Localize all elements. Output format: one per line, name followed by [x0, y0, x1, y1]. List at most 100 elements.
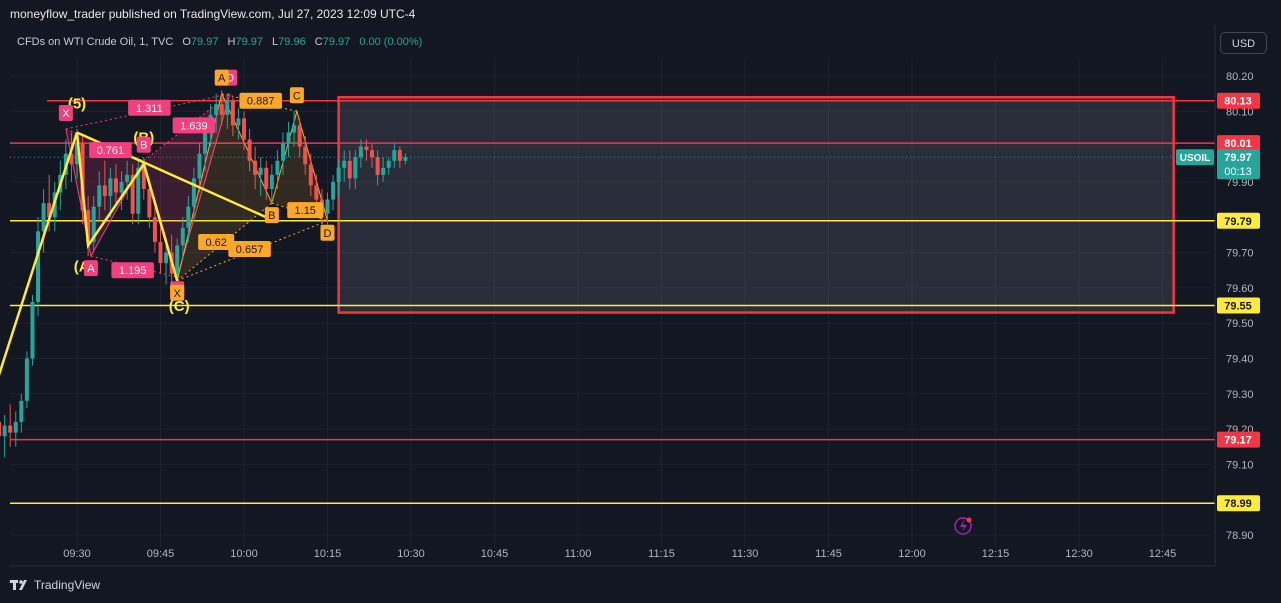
- candle-body: [152, 217, 157, 242]
- currency-button[interactable]: USD: [1220, 32, 1267, 54]
- candle-body: [36, 231, 41, 302]
- candle-body: [314, 185, 319, 200]
- orange-triangle-bcd: [271, 111, 328, 221]
- tradingview-logo-icon: [10, 580, 27, 590]
- candles: [0, 90, 408, 458]
- candle-body: [169, 252, 174, 274]
- candle-body: [358, 146, 363, 158]
- orange-point-badge: [264, 207, 279, 224]
- candle-body: [125, 174, 130, 182]
- price-tag: [1217, 495, 1260, 512]
- candle-body: [253, 160, 258, 175]
- pink-ratio-line: [143, 93, 231, 162]
- candle-body: [230, 100, 235, 126]
- candle-body: [147, 188, 152, 218]
- pink-point-label: C: [173, 284, 181, 296]
- price-tag-label: 79.79: [1224, 216, 1252, 228]
- candle-body: [175, 245, 180, 274]
- candle-body: [364, 146, 369, 151]
- horizontal-lines: [10, 99, 1215, 504]
- candle-body: [108, 178, 113, 197]
- tradingview-logo[interactable]: TradingView: [10, 578, 100, 592]
- orange-point-label: C: [293, 90, 301, 102]
- candle-body: [41, 203, 46, 232]
- candle-body: [158, 241, 163, 264]
- pink-point-label: A: [87, 263, 95, 275]
- candle-body: [308, 164, 313, 186]
- symbol-name[interactable]: CFDs on WTI Crude Oil, 1, TVC: [17, 36, 173, 48]
- pink-ratio-badge: [172, 117, 216, 134]
- pink-ratio-badge: [111, 262, 154, 279]
- pink-point-label: D: [226, 73, 234, 85]
- high-value: 79.97: [235, 36, 263, 48]
- candle-body: [219, 104, 224, 115]
- wave-label: (B): [133, 129, 154, 146]
- time-tick-label: 12:00: [898, 548, 926, 560]
- pink-ratio-badge: [128, 99, 171, 116]
- grid: [10, 60, 1211, 548]
- candle-body: [141, 167, 146, 189]
- orange-ratio-badge: [198, 233, 235, 250]
- pattern-labels: X A B C D 0.761 1.311 1.639 1.195 X A B C D 0.887 0.62 0…: [58, 69, 335, 301]
- orange-ratio-badge: [228, 241, 271, 258]
- candle-body: [225, 100, 230, 115]
- time-tick-label: 11:15: [648, 548, 675, 560]
- candle-body: [347, 160, 352, 179]
- time-tick-label: 10:00: [230, 548, 258, 560]
- price-tag: [1217, 92, 1260, 109]
- orange-point-badge: [320, 224, 335, 241]
- candle-body: [69, 153, 74, 165]
- candle-body: [370, 150, 375, 158]
- orange-ratio-label: 1.15: [295, 205, 316, 217]
- candle-body: [397, 150, 402, 161]
- candle-body: [30, 301, 35, 359]
- candle-body: [208, 114, 213, 133]
- time-tick-label: 10:30: [397, 548, 425, 560]
- candle-body: [292, 125, 297, 133]
- orange-point-badge: [170, 284, 185, 301]
- candle-body: [63, 153, 68, 175]
- candle-body: [13, 422, 18, 433]
- candle-body: [52, 192, 57, 218]
- wave-label: (5): [68, 95, 86, 112]
- time-tick-label: 10:15: [314, 548, 342, 560]
- price-tick-label: 79.70: [1226, 248, 1254, 260]
- symbol-tag-label: USOIL: [1180, 153, 1211, 164]
- candle-body: [197, 153, 202, 179]
- pink-triangle-bcd: [143, 93, 231, 278]
- candle-body: [97, 185, 102, 207]
- candle-body: [258, 167, 263, 175]
- time-tick-label: 12:30: [1065, 548, 1093, 560]
- pink-point-badge: [170, 281, 185, 298]
- pink-ratio-label: 1.195: [119, 265, 147, 277]
- time-tick-label: 09:30: [63, 548, 91, 560]
- orange-point-badge: [214, 69, 229, 86]
- price-tag: [1217, 431, 1260, 448]
- candle-body: [386, 160, 391, 168]
- orange-point-label: A: [218, 73, 226, 85]
- candle-body: [58, 174, 63, 193]
- price-chart[interactable]: (4)(5)(A)(B)(C) XABCD0.7611.3111.6391.19…: [0, 0, 1281, 603]
- orange-ratio-line: [177, 220, 328, 282]
- orange-triangle-xab: [177, 93, 272, 281]
- pink-ratio-line: [65, 93, 231, 130]
- orange-ratio-label: 0.657: [236, 244, 264, 256]
- candle-body: [75, 143, 79, 165]
- candle-body: [269, 174, 274, 189]
- price-tick-label: 79.90: [1226, 177, 1254, 189]
- orange-point-label: D: [324, 228, 332, 240]
- candle-body: [242, 118, 247, 140]
- price-tag-label: 78.99: [1224, 498, 1252, 510]
- price-tag-label: 80.01: [1224, 138, 1252, 150]
- candle-body: [180, 227, 185, 246]
- elliott-wave-path: [0, 132, 179, 376]
- price-tick-label: 79.20: [1226, 424, 1254, 436]
- price-tick-label: 78.90: [1226, 530, 1254, 542]
- range-box: [337, 95, 1175, 314]
- open-value: 79.97: [190, 36, 219, 48]
- wave-label: (C): [169, 298, 190, 315]
- candle-body: [164, 252, 169, 264]
- candle-body: [2, 425, 7, 437]
- time-tick-label: 12:15: [982, 548, 1010, 560]
- price-tag-label: 79.55: [1224, 301, 1252, 313]
